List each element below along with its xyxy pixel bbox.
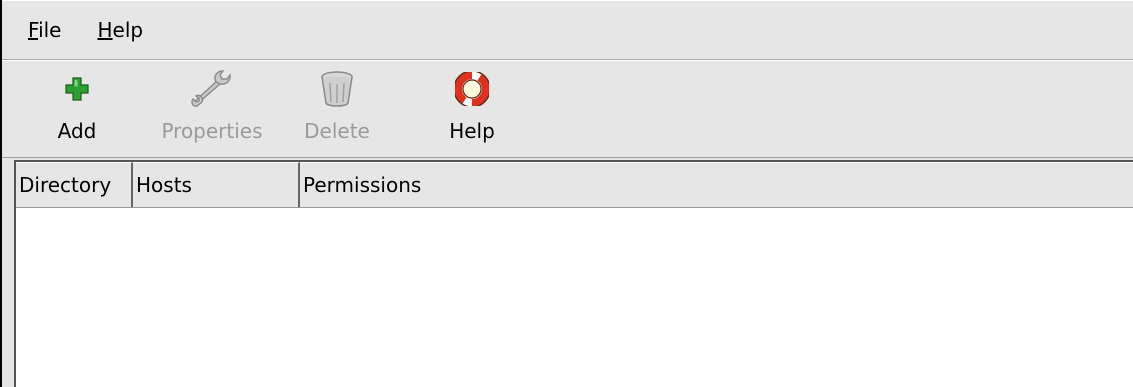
column-header-permissions[interactable]: Permissions [300, 162, 1133, 207]
help-label: Help [449, 119, 495, 143]
menu-help[interactable]: Help [97, 18, 143, 42]
delete-button[interactable]: Delete [292, 67, 382, 155]
properties-label: Properties [161, 119, 263, 143]
trash-icon [318, 67, 356, 111]
menu-file-mnemonic: F [28, 18, 39, 42]
column-header-hosts[interactable]: Hosts [133, 162, 300, 207]
menu-file-label: ile [38, 18, 62, 42]
list-header: Directory Hosts Permissions [16, 162, 1133, 208]
toolbar: Add Properties Delete Help [2, 60, 1133, 158]
properties-button[interactable]: Properties [147, 67, 277, 155]
add-icon [65, 67, 89, 111]
menu-bar: File Help [2, 0, 1133, 60]
share-list[interactable]: Directory Hosts Permissions [14, 160, 1133, 387]
help-button[interactable]: Help [427, 67, 517, 155]
nfs-window: File Help Add Properties Delete Help Dir… [0, 0, 1133, 387]
menu-file[interactable]: File [28, 18, 61, 42]
wrench-icon [190, 67, 234, 111]
delete-label: Delete [304, 119, 370, 143]
menu-help-label: elp [112, 18, 144, 42]
add-label: Add [57, 119, 97, 143]
list-body[interactable] [16, 208, 1133, 387]
column-header-directory[interactable]: Directory [16, 162, 133, 207]
menu-help-mnemonic: H [97, 18, 113, 42]
add-button[interactable]: Add [32, 67, 122, 155]
lifebuoy-icon [455, 67, 489, 111]
